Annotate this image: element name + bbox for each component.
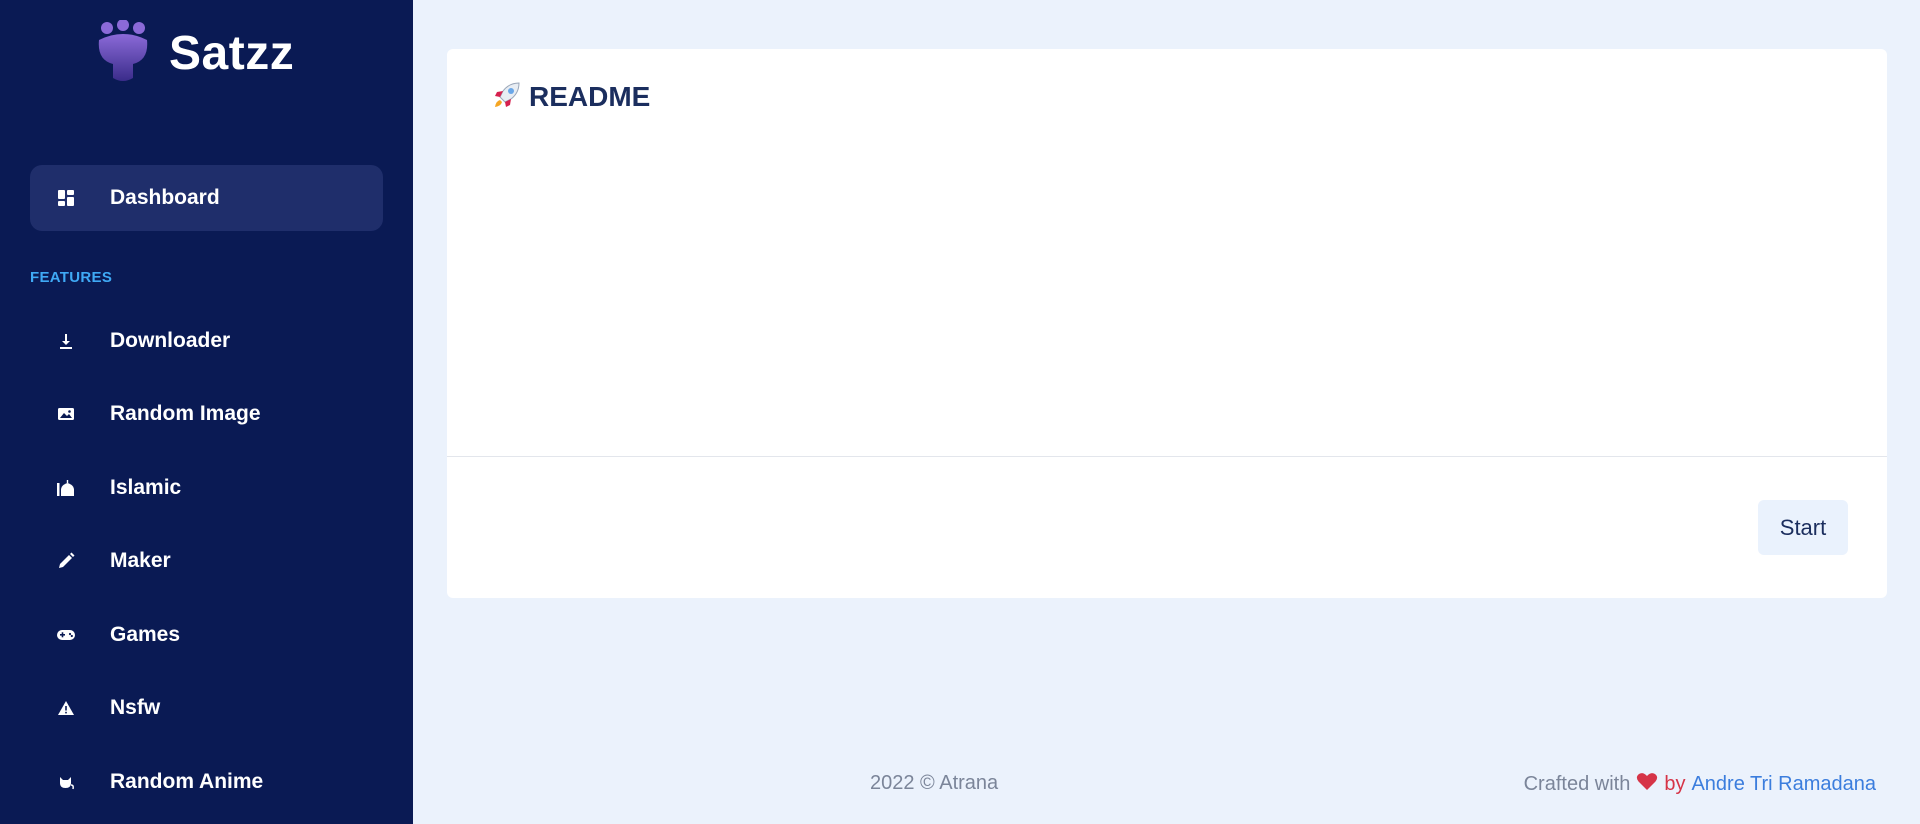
brand[interactable]: Satzz <box>95 18 295 87</box>
sidebar-item-label: Downloader <box>110 329 231 352</box>
sidebar-item-label: Dashboard <box>110 186 220 209</box>
sidebar-item-label: Games <box>110 623 181 646</box>
download-icon <box>55 330 77 352</box>
sidebar-item-label: Nsfw <box>110 696 161 719</box>
card-header: README <box>491 79 650 115</box>
sidebar-item-nsfw[interactable]: Nsfw <box>30 675 383 741</box>
rocket-icon <box>491 79 523 116</box>
image-icon <box>55 403 77 425</box>
start-button[interactable]: Start <box>1758 500 1848 555</box>
pencil-icon <box>55 550 77 572</box>
cat-icon <box>55 771 77 793</box>
dashboard-icon <box>55 187 77 209</box>
mosque-icon <box>55 477 77 499</box>
footer-by-text: by <box>1664 773 1686 795</box>
sidebar-item-label: Maker <box>110 549 171 572</box>
sidebar-item-dashboard[interactable]: Dashboard <box>30 165 383 231</box>
sidebar-item-games[interactable]: Games <box>30 602 383 668</box>
sidebar-section-title: FEATURES <box>30 269 113 286</box>
sidebar-item-label: Islamic <box>110 476 182 499</box>
paw-logo-icon <box>95 18 151 87</box>
footer-crafted-text: Crafted with <box>1523 773 1631 795</box>
card-divider <box>447 456 1887 457</box>
warning-icon <box>55 697 77 719</box>
heart-icon <box>1636 772 1658 797</box>
footer-copyright: 2022 © Atrana <box>870 772 999 794</box>
sidebar-item-maker[interactable]: Maker <box>30 528 383 594</box>
sidebar-item-label: Random Image <box>110 402 261 425</box>
card-title: README <box>529 81 651 112</box>
footer-credit: Crafted with by Andre Tri Ramadana <box>1524 772 1876 797</box>
gamepad-icon <box>55 624 77 646</box>
author-link[interactable]: Andre Tri Ramadana <box>1691 773 1876 796</box>
sidebar-item-islamic[interactable]: Islamic <box>30 455 383 521</box>
readme-card: README Start <box>447 49 1887 598</box>
sidebar: Satzz Dashboard FEATURES Downloader Rand… <box>0 0 413 824</box>
brand-name: Satzz <box>169 26 295 80</box>
sidebar-item-random-anime[interactable]: Random Anime <box>30 749 383 815</box>
sidebar-item-label: Random Anime <box>110 770 264 793</box>
sidebar-item-downloader[interactable]: Downloader <box>30 308 383 374</box>
sidebar-item-random-image[interactable]: Random Image <box>30 381 383 447</box>
